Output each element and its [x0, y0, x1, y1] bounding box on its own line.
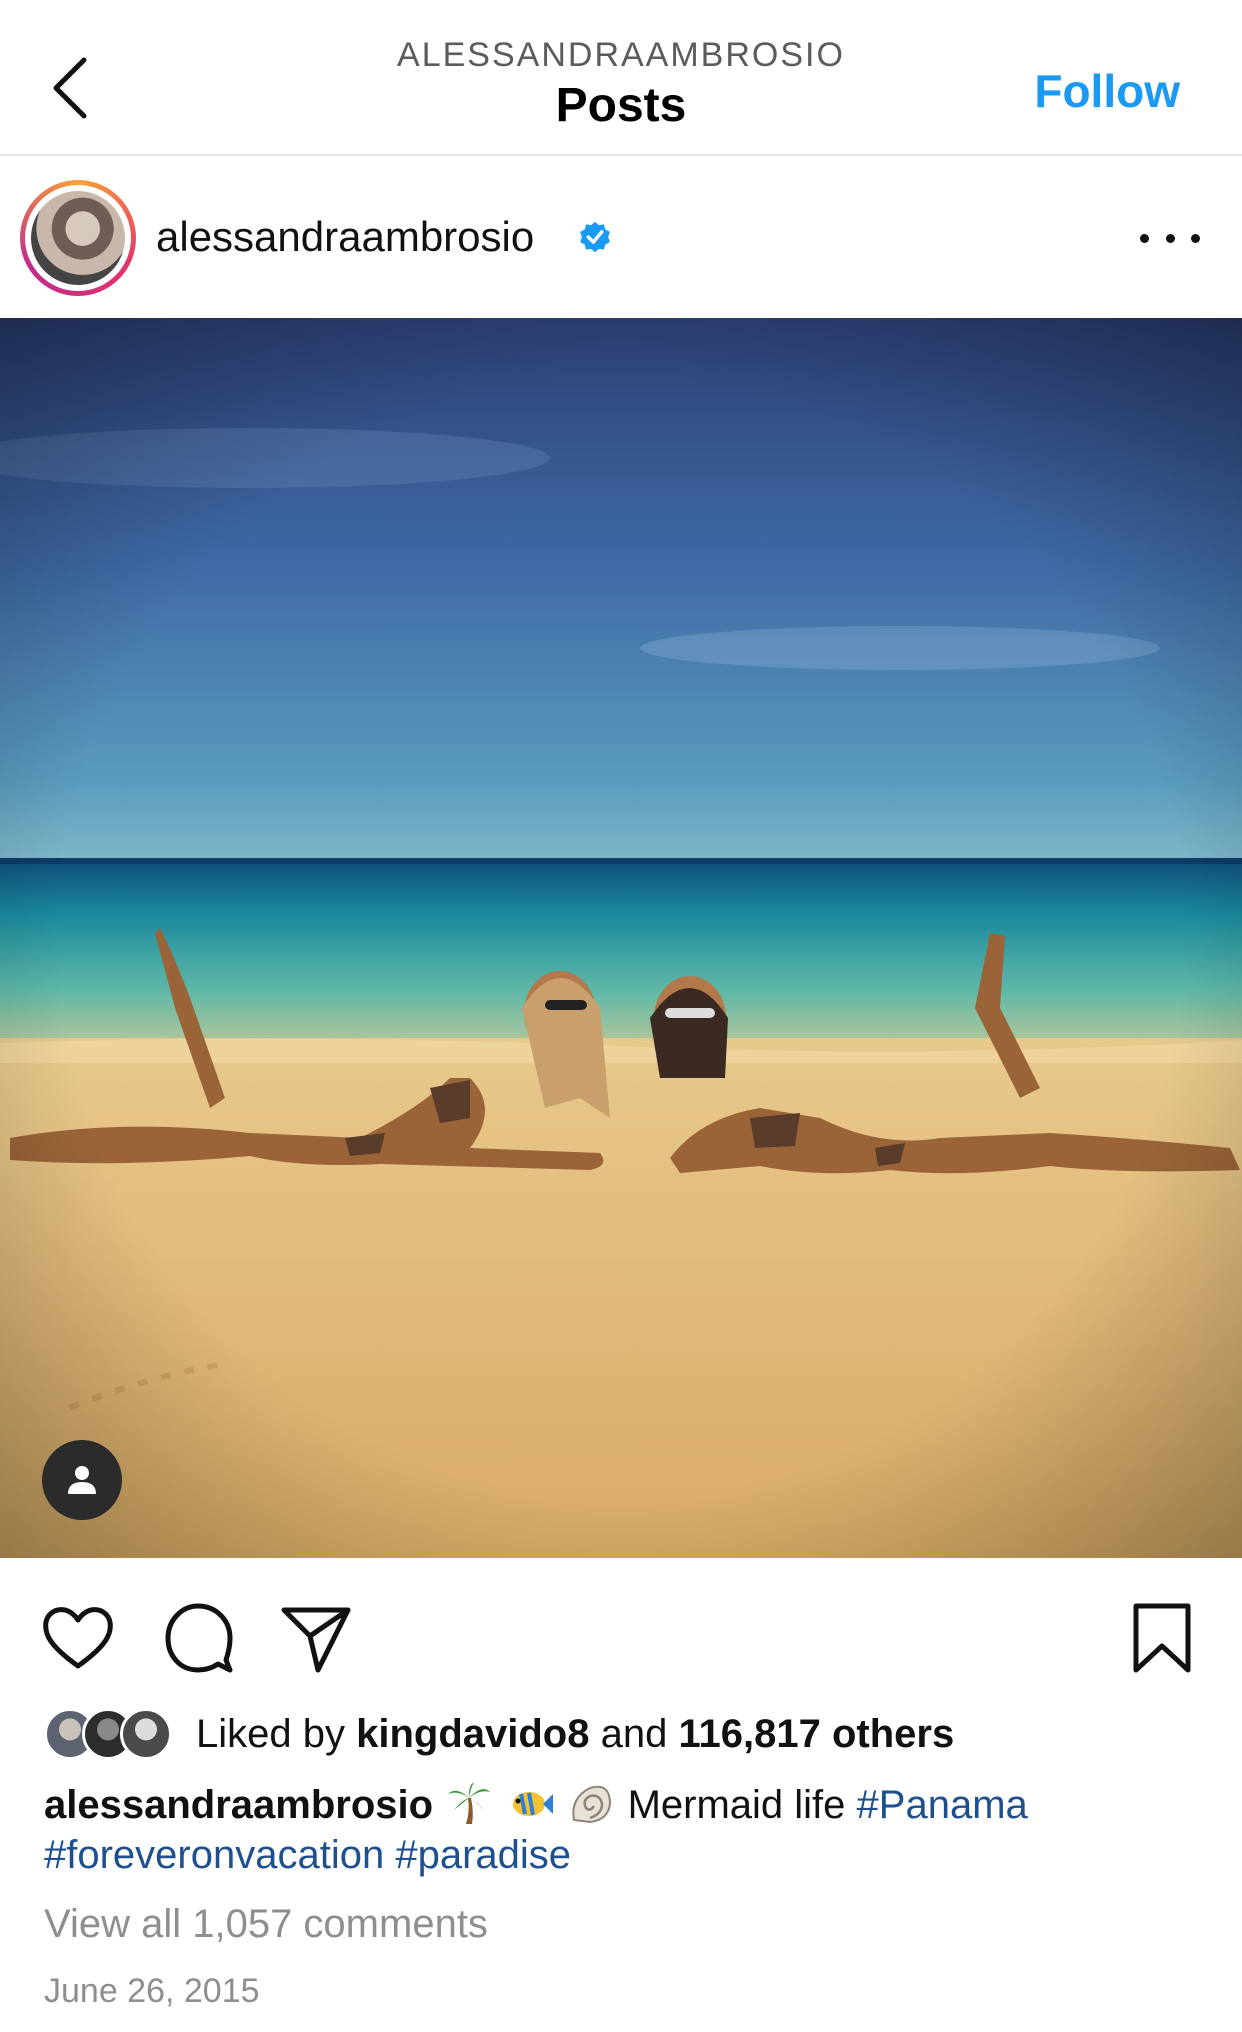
follow-button[interactable]: Follow [1034, 64, 1180, 118]
hashtag-panama[interactable]: #Panama [857, 1783, 1028, 1827]
spiral-shell-icon [572, 1785, 612, 1824]
hashtag-foreveronvacation[interactable]: #foreveronvacation [44, 1833, 384, 1877]
verified-badge-icon [580, 221, 610, 253]
post-author-username[interactable]: alessandraambrosio [156, 213, 534, 261]
top-bar: ALESSANDRAAMBROSIO Posts Follow [0, 0, 1242, 156]
story-ring[interactable] [20, 180, 136, 296]
avatar [120, 1708, 172, 1760]
share-icon[interactable] [278, 1600, 354, 1676]
tagged-users-button[interactable] [42, 1440, 122, 1520]
post-action-bar [0, 1590, 1242, 1680]
user-tag-icon [68, 1466, 96, 1494]
bookmark-icon[interactable] [1124, 1600, 1200, 1676]
likes-text: Liked by kingdavido8 and 116,817 others [196, 1711, 955, 1756]
palm-tree-icon [448, 1782, 491, 1824]
post-author-bar: alessandraambrosio [0, 158, 1242, 318]
caption-text: Mermaid life [627, 1783, 846, 1827]
likes-count[interactable]: 116,817 others [679, 1712, 955, 1756]
caption-username[interactable]: alessandraambrosio [44, 1783, 433, 1827]
post-date: June 26, 2015 [44, 1972, 260, 2010]
beach-photo-image [0, 318, 1242, 1558]
avatar [31, 191, 125, 285]
more-options-button[interactable] [1140, 218, 1200, 258]
hashtag-paradise[interactable]: #paradise [395, 1833, 571, 1877]
liker-avatars [44, 1708, 196, 1760]
post-photo[interactable] [0, 318, 1242, 1558]
post-caption: alessandraambrosio Mermaid life #Panama … [44, 1780, 1204, 1880]
liker-username[interactable]: kingdavido8 [356, 1712, 589, 1756]
comment-icon[interactable] [160, 1600, 236, 1676]
heart-icon[interactable] [40, 1600, 116, 1676]
likes-summary[interactable]: Liked by kingdavido8 and 116,817 others [44, 1706, 954, 1762]
more-horizontal-icon [1140, 233, 1149, 243]
view-all-comments-link[interactable]: View all 1,057 comments [44, 1902, 488, 1947]
tropical-fish-icon [513, 1792, 554, 1816]
